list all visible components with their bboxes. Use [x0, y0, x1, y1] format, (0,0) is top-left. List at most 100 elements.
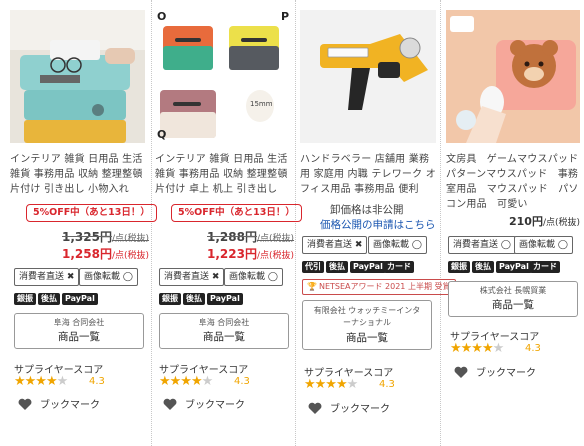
product-title[interactable]: インテリア 雑貨 日用品 生活雑貨 事務用品 収納 整理整頓 片付け 卓上 机上… — [155, 152, 290, 197]
sale-badge: 5%OFF中（あと13日！） — [26, 204, 157, 222]
shop-list-button[interactable]: 阜海 合同会社 商品一覧 — [159, 313, 289, 349]
rating-value: 4.3 — [234, 376, 250, 387]
bookmark-label: ブックマーク — [185, 400, 245, 411]
image-label-p: P — [281, 10, 290, 23]
column-divider — [440, 0, 441, 446]
shop-list-label: 商品一覧 — [346, 332, 388, 344]
drawer-organizer-photo — [10, 10, 145, 143]
shop-name: 有限会社 ウォッチミーインターナショナル — [313, 306, 421, 327]
payment-pill: 銀振 — [159, 293, 181, 305]
shop-name: 阜海 合同会社 — [53, 318, 105, 327]
payment-pill: 銀振 — [448, 261, 470, 273]
star-rating: ★★★★★ — [450, 341, 504, 356]
image-label-q: Q — [157, 128, 167, 141]
rating-value: 4.3 — [89, 376, 105, 387]
bookmark-label: ブックマーク — [330, 404, 390, 415]
payment-pill: 後払 — [38, 293, 60, 305]
price-unit: /点(税抜) — [256, 234, 295, 244]
product-grid: インテリア 雑貨 日用品 生活雑貨 事務用品 収納 整理整頓 片付け 引き出し … — [0, 0, 584, 446]
tag-image-reuse: 画像転載 ◯ — [514, 236, 573, 254]
payment-pill: カード — [384, 261, 414, 273]
star-rating: ★★★★★ — [304, 377, 358, 392]
price-request-link[interactable]: 価格公開の申請はこちら — [320, 217, 436, 232]
product-title[interactable]: ハンドラベラー 店舗用 業務用 家庭用 内職 テレワーク オフィス用品 事務用品… — [300, 152, 436, 197]
product-image[interactable] — [10, 10, 145, 143]
product-card-2: O P Q 15mm インテリア 雑貨 日用品 生活雑貨 事務用品 収納 整理整… — [155, 0, 302, 446]
shop-list-label: 商品一覧 — [203, 331, 245, 343]
price-unit: /点(税抜) — [542, 218, 581, 228]
price-unit: /点(税抜) — [111, 251, 150, 261]
payment-pill: 銀振 — [14, 293, 36, 305]
heart-icon — [163, 398, 177, 410]
column-divider — [295, 0, 296, 446]
product-card-4: 文房具 ゲームマウスパッド パターンマウスパッド 事務室用品 マウスパッド パソ… — [446, 0, 584, 446]
rating-value: 4.3 — [525, 343, 541, 354]
payment-pill: PayPal — [496, 261, 532, 273]
sale-badge: 5%OFF中（あと13日！） — [171, 204, 302, 222]
sale-price-value: 1,223円 — [207, 247, 257, 261]
tag-consumer-shipping: 消費者直送 ✖ — [159, 268, 225, 286]
product-title[interactable]: インテリア 雑貨 日用品 生活雑貨 事務用品 収納 整理整頓 片付け 引き出し … — [10, 152, 145, 197]
tissue-box-photo — [155, 10, 290, 143]
payment-pill: PayPal — [350, 261, 386, 273]
price-unit: /点(税抜) — [111, 234, 150, 244]
original-price-value: 1,325円 — [62, 230, 112, 244]
product-image[interactable] — [446, 10, 580, 143]
bookmark-button[interactable]: ブックマーク — [454, 364, 536, 379]
heart-icon — [308, 402, 322, 414]
column-divider — [151, 0, 152, 446]
tag-consumer-shipping: 消費者直送 ✖ — [302, 236, 368, 254]
shop-list-button[interactable]: 有限会社 ウォッチミーインターナショナル 商品一覧 — [302, 300, 432, 350]
shop-list-label: 商品一覧 — [492, 299, 534, 311]
product-price: 210円/点(税抜) — [509, 213, 580, 229]
product-title[interactable]: 文房具 ゲームマウスパッド パターンマウスパッド 事務室用品 マウスパッド パソ… — [446, 152, 584, 212]
product-card-3: ハンドラベラー 店舗用 業務用 家庭用 内職 テレワーク オフィス用品 事務用品… — [300, 0, 456, 446]
bookmark-button[interactable]: ブックマーク — [18, 396, 100, 411]
payment-pill: 代引 — [302, 261, 324, 273]
heart-icon — [18, 398, 32, 410]
award-badge: 🏆 NETSEAアワード 2021 上半期 受賞 — [302, 279, 456, 295]
tag-image-reuse: 画像転載 ◯ — [79, 268, 138, 286]
sale-price: 1,223円/点(税抜) — [207, 245, 294, 262]
original-price-value: 1,288円 — [207, 230, 257, 244]
bookmark-button[interactable]: ブックマーク — [308, 400, 390, 415]
product-price-value: 210円 — [509, 215, 543, 228]
product-image[interactable]: O P Q 15mm — [155, 10, 290, 143]
trophy-icon: 🏆 — [307, 282, 317, 291]
payment-pill: PayPal — [207, 293, 243, 305]
payment-pill: 後払 — [326, 261, 348, 273]
shop-list-button[interactable]: 株式会社 長幌貿業 商品一覧 — [448, 281, 578, 317]
mouse-pad-photo — [446, 10, 580, 143]
star-rating: ★★★★★ — [14, 374, 68, 389]
shop-list-label: 商品一覧 — [58, 331, 100, 343]
tag-consumer-shipping: 消費者直送 ◯ — [448, 236, 516, 254]
shop-name: 阜海 合同会社 — [198, 318, 250, 327]
bookmark-label: ブックマーク — [476, 368, 536, 379]
tag-image-reuse: 画像転載 ◯ — [368, 236, 427, 254]
rating-value: 4.3 — [379, 379, 395, 390]
hand-labeler-photo — [300, 10, 436, 143]
original-price: 1,325円/点(税抜) — [62, 228, 149, 245]
payment-pill: カード — [530, 261, 560, 273]
sale-price-value: 1,258円 — [62, 247, 112, 261]
price-unit: /点(税抜) — [256, 251, 295, 261]
star-rating: ★★★★★ — [159, 374, 213, 389]
image-label-o: O — [157, 10, 167, 23]
original-price: 1,288円/点(税抜) — [207, 228, 294, 245]
award-label: NETSEAアワード 2021 上半期 受賞 — [318, 282, 451, 291]
bookmark-label: ブックマーク — [40, 400, 100, 411]
sale-price: 1,258円/点(税抜) — [62, 245, 149, 262]
payment-pill: 後払 — [472, 261, 494, 273]
tag-image-reuse: 画像転載 ◯ — [224, 268, 283, 286]
bookmark-button[interactable]: ブックマーク — [163, 396, 245, 411]
shop-list-button[interactable]: 阜海 合同会社 商品一覧 — [14, 313, 144, 349]
tag-consumer-shipping: 消費者直送 ✖ — [14, 268, 80, 286]
heart-icon — [454, 366, 468, 378]
payment-pill: PayPal — [62, 293, 98, 305]
image-label-size: 15mm — [250, 100, 273, 108]
payment-pill: 後払 — [183, 293, 205, 305]
product-card-1: インテリア 雑貨 日用品 生活雑貨 事務用品 収納 整理整頓 片付け 引き出し … — [10, 0, 157, 446]
product-image[interactable] — [300, 10, 436, 143]
price-hidden-note: 卸価格は非公開 — [330, 204, 404, 216]
shop-name: 株式会社 長幌貿業 — [479, 286, 547, 295]
